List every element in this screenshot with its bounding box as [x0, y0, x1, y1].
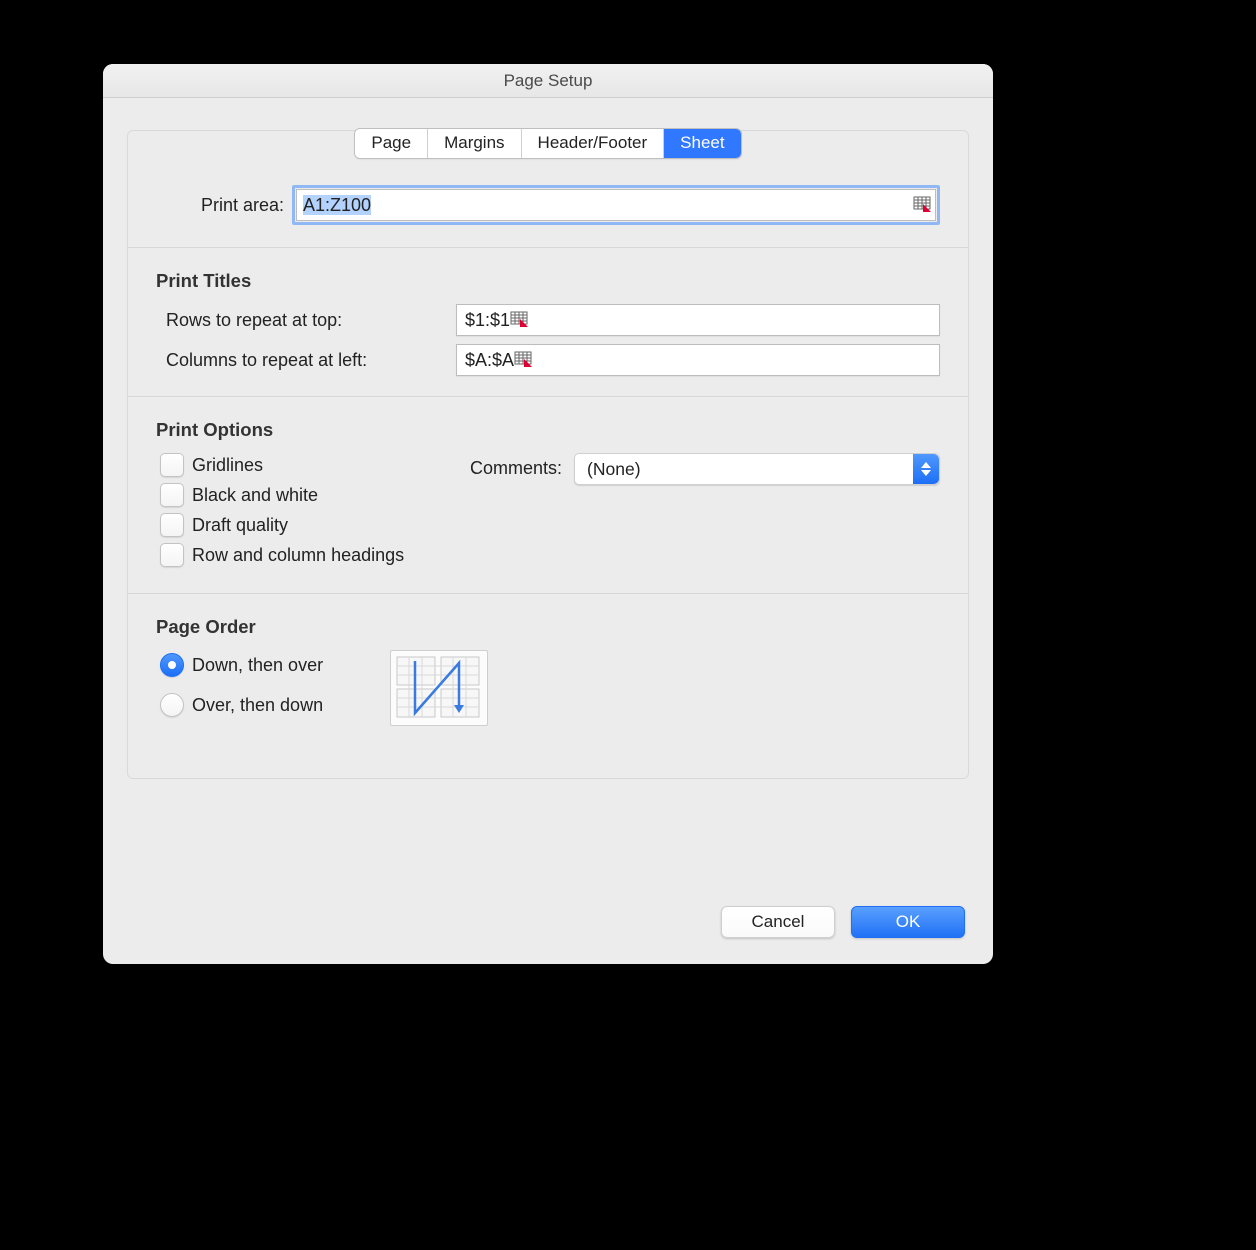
draft-quality-label: Draft quality	[192, 515, 288, 536]
comments-label: Comments:	[470, 453, 562, 483]
range-picker-icon[interactable]	[911, 194, 933, 216]
row-col-headings-checkbox[interactable]	[160, 543, 184, 567]
print-titles-heading: Print Titles	[156, 270, 940, 292]
tab-header-footer[interactable]: Header/Footer	[522, 129, 665, 158]
print-area-label: Print area:	[156, 195, 292, 216]
rows-repeat-input[interactable]: $1:$1	[456, 304, 940, 336]
gridlines-checkbox[interactable]	[160, 453, 184, 477]
ok-button[interactable]: OK	[851, 906, 965, 938]
down-then-over-label: Down, then over	[192, 655, 323, 676]
page-order-heading: Page Order	[156, 616, 940, 638]
cols-repeat-label: Columns to repeat at left:	[166, 350, 456, 371]
draft-quality-checkbox[interactable]	[160, 513, 184, 537]
sheet-panel: Page Margins Header/Footer Sheet Print a…	[127, 130, 969, 779]
dialog-buttons: Cancel OK	[721, 906, 965, 938]
range-picker-icon[interactable]	[510, 311, 528, 329]
comments-value: (None)	[587, 459, 641, 480]
cancel-button[interactable]: Cancel	[721, 906, 835, 938]
gridlines-label: Gridlines	[192, 455, 263, 476]
popup-arrows-icon	[913, 454, 939, 484]
range-picker-icon[interactable]	[514, 351, 532, 369]
over-then-down-radio[interactable]	[160, 693, 184, 717]
page-setup-dialog: Page Setup Page Margins Header/Footer Sh…	[103, 64, 993, 964]
tab-group: Page Margins Header/Footer Sheet	[354, 128, 741, 159]
tab-sheet[interactable]: Sheet	[664, 129, 740, 158]
cols-repeat-value: $A:$A	[457, 350, 514, 371]
rows-repeat-value: $1:$1	[457, 310, 510, 331]
cols-repeat-input[interactable]: $A:$A	[456, 344, 940, 376]
row-col-headings-label: Row and column headings	[192, 545, 404, 566]
dialog-title: Page Setup	[103, 64, 993, 98]
down-then-over-radio[interactable]	[160, 653, 184, 677]
print-area-input[interactable]: A1:Z100	[296, 189, 936, 221]
page-order-preview-icon	[390, 650, 488, 726]
tab-page[interactable]: Page	[355, 129, 428, 158]
print-options-heading: Print Options	[156, 419, 940, 441]
rows-repeat-label: Rows to repeat at top:	[166, 310, 456, 331]
tab-margins[interactable]: Margins	[428, 129, 521, 158]
print-area-value: A1:Z100	[303, 195, 371, 215]
print-area-focus-ring: A1:Z100	[292, 185, 940, 225]
black-white-checkbox[interactable]	[160, 483, 184, 507]
over-then-down-label: Over, then down	[192, 695, 323, 716]
comments-popup[interactable]: (None)	[574, 453, 940, 485]
black-white-label: Black and white	[192, 485, 318, 506]
